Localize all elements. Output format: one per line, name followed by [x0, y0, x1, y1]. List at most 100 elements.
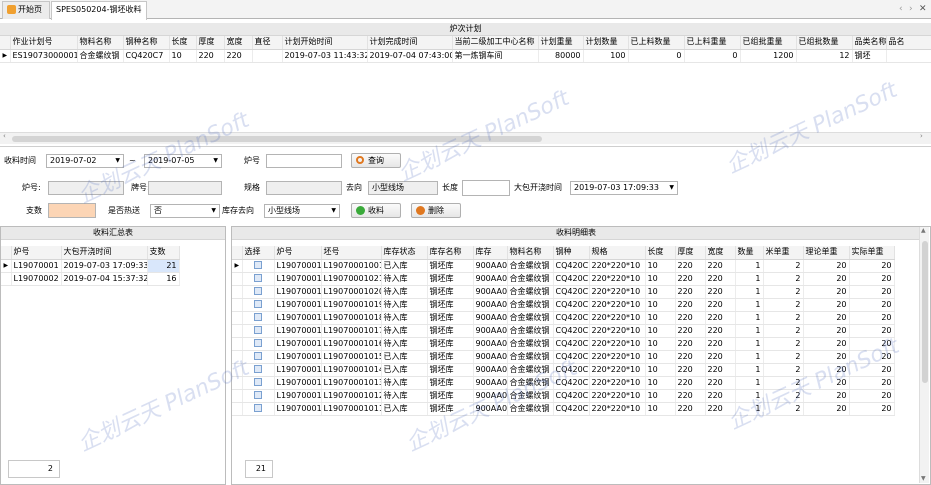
detail-row[interactable]: L19070001 L19070001011 已入库 钢坯库 900AA0 合金螺纹钢 CQ… — [232, 402, 895, 416]
detail-col-header[interactable]: 坯号 — [321, 246, 382, 260]
receive-button[interactable]: 收料 — [351, 203, 401, 218]
detail-cell: 220 — [675, 259, 706, 273]
row-checkbox[interactable] — [254, 326, 262, 334]
scroll-up-icon[interactable]: ▲ — [921, 227, 926, 234]
detail-vscroll-thumb[interactable] — [922, 241, 928, 383]
query-button[interactable]: 查询 — [351, 153, 401, 168]
detail-cell: 合金螺纹钢 — [507, 272, 554, 286]
detail-col-header[interactable]: 库存名称 — [427, 246, 474, 260]
plan-col-header[interactable]: 计划数量 — [583, 36, 629, 50]
detail-col-header[interactable]: 选择 — [242, 246, 275, 260]
plan-col-header[interactable]: 已上料数量 — [628, 36, 685, 50]
plan-col-header[interactable]: 已组批重量 — [740, 36, 797, 50]
tab-home[interactable]: 开始页 — [2, 1, 50, 19]
row-checkbox[interactable] — [254, 391, 262, 399]
detail-col-header[interactable]: 实际单重 — [849, 246, 895, 260]
scroll-down-icon[interactable]: ▼ — [921, 475, 926, 482]
plan-row[interactable]: ▶ ES19073000001 合金螺纹钢 CQ420C7 10 220 220 2019-0… — [0, 49, 931, 63]
plan-col-header[interactable]: 厚度 — [196, 36, 225, 50]
row-checkbox[interactable] — [254, 404, 262, 412]
summary-col-header[interactable]: 支数 — [147, 246, 180, 260]
row-checkbox[interactable] — [254, 313, 262, 321]
detail-col-header[interactable]: 数量 — [735, 246, 764, 260]
plan-col-header[interactable]: 当前二级加工中心名称 — [452, 36, 539, 50]
detail-cell: 220 — [705, 376, 736, 390]
detail-col-header[interactable]: 理论单重 — [803, 246, 850, 260]
heat-input[interactable] — [266, 154, 342, 168]
detail-col-header[interactable]: 长度 — [645, 246, 676, 260]
plan-col-header[interactable]: 钢种名称 — [123, 36, 170, 50]
scroll-right-arrow-icon[interactable]: › — [920, 132, 923, 140]
detail-col-header[interactable]: 规格 — [589, 246, 646, 260]
detail-grid: 选择 炉号 坯号 库存状态 库存名称 库存 物料名称 钢种 规格 长度 厚度 宽度 数量 米单重 理论单重实… — [232, 246, 918, 456]
row-checkbox[interactable] — [254, 352, 262, 360]
delete-button[interactable]: 删除 — [411, 203, 461, 218]
detail-col-header[interactable]: 厚度 — [675, 246, 706, 260]
row-checkbox[interactable] — [254, 274, 262, 282]
close-icon[interactable]: ✕ — [919, 3, 927, 15]
detail-row[interactable]: L19070001 L19070001018 待入库 钢坯库 900AA0 合金螺纹钢 CQ… — [232, 311, 895, 325]
plan-col-header[interactable]: 计划重量 — [538, 36, 584, 50]
row-header — [1, 272, 12, 286]
summary-row[interactable]: ▶ L19070001 2019-07-03 17:09:33 21 — [1, 259, 180, 273]
count-input[interactable] — [48, 203, 96, 218]
detail-row[interactable]: L19070001 L19070001014 已入库 钢坯库 900AA0 合金螺纹钢 CQ… — [232, 363, 895, 377]
detail-row[interactable]: L19070001 L19070001021 待入库 钢坯库 900AA0 合金螺纹钢 CQ… — [232, 272, 895, 286]
detail-row[interactable]: L19070001 L19070001017 待入库 钢坯库 900AA0 合金螺纹钢 CQ… — [232, 324, 895, 338]
detail-col-header[interactable]: 宽度 — [705, 246, 736, 260]
plan-hscroll-thumb[interactable] — [12, 136, 542, 142]
detail-vscroll[interactable]: ▲ ▼ — [919, 227, 929, 483]
summary-col-header[interactable]: 炉号 — [11, 246, 62, 260]
detail-col-header[interactable]: 钢种 — [553, 246, 590, 260]
row-checkbox[interactable] — [254, 261, 262, 269]
plan-col-header[interactable]: 作业计划号 — [10, 36, 78, 50]
detail-col-header[interactable]: 米单重 — [763, 246, 804, 260]
row-checkbox[interactable] — [254, 365, 262, 373]
summary-row[interactable]: L19070002 2019-07-04 15:37:32 16 — [1, 272, 180, 286]
range-tilde: ~ — [129, 156, 136, 165]
tab-steel-billet-receiving[interactable]: SPES050204-钢坯收料 — [51, 1, 147, 20]
detail-cell: CQ420C7 — [553, 376, 590, 390]
plan-col-header[interactable]: 长度 — [169, 36, 197, 50]
detail-row[interactable]: L19070001 L19070001012 待入库 钢坯库 900AA0 合金螺纹钢 CQ… — [232, 389, 895, 403]
detail-cell: 220 — [705, 350, 736, 364]
detail-col-header[interactable]: 库存 — [473, 246, 508, 260]
row-checkbox[interactable] — [254, 300, 262, 308]
plan-col-header[interactable]: 计划完成时间 — [367, 36, 453, 50]
detail-col-header[interactable]: 库存状态 — [381, 246, 428, 260]
row-checkbox[interactable] — [254, 287, 262, 295]
detail-cell: 220 — [675, 350, 706, 364]
detail-cell: 2 — [763, 285, 804, 299]
detail-row[interactable]: L19070001 L19070001015 已入库 钢坯库 900AA0 合金螺纹钢 CQ… — [232, 350, 895, 364]
detail-row[interactable]: L19070001 L19070001016 待入库 钢坯库 900AA0 合金螺纹钢 CQ… — [232, 337, 895, 351]
detail-col-header[interactable]: 炉号 — [274, 246, 322, 260]
date-to-input[interactable]: 2019-07-05 ▼ — [144, 154, 222, 168]
plan-col-header[interactable]: 已上料重量 — [684, 36, 741, 50]
detail-row[interactable]: L19070001 L19070001020 待入库 钢坯库 900AA0 合金螺纹钢 CQ… — [232, 285, 895, 299]
plan-col-header[interactable]: 品名 — [886, 36, 931, 50]
scroll-right-icon[interactable]: › — [909, 3, 913, 15]
plan-hscroll[interactable]: ‹ › — [0, 132, 931, 144]
summary-col-header[interactable]: 大包开浇时间 — [61, 246, 148, 260]
date-from-input[interactable]: 2019-07-02 ▼ — [46, 154, 124, 168]
detail-cell: 900AA0 — [473, 259, 508, 273]
scroll-left-arrow-icon[interactable]: ‹ — [3, 132, 6, 140]
row-checkbox[interactable] — [254, 378, 262, 386]
detail-row[interactable]: L19070001 L19070001013 待入库 钢坯库 900AA0 合金螺纹钢 CQ… — [232, 376, 895, 390]
detail-col-header[interactable]: 物料名称 — [507, 246, 554, 260]
detail-row[interactable]: ▶ L19070001 L19070001001 已入库 钢坯库 900AA0 合金螺纹钢 C… — [232, 259, 895, 273]
length-input[interactable] — [462, 180, 510, 196]
storage-select[interactable]: 小型线场 ▼ — [264, 204, 340, 218]
detail-row[interactable]: L19070001 L19070001019 待入库 钢坯库 900AA0 合金螺纹钢 CQ… — [232, 298, 895, 312]
plan-col-header[interactable]: 直径 — [252, 36, 283, 50]
plan-col-header[interactable]: 物料名称 — [77, 36, 124, 50]
ladle-time-input[interactable]: 2019-07-03 17:09:33 ▼ — [570, 181, 678, 195]
row-checkbox[interactable] — [254, 339, 262, 347]
detail-cell: L19070001018 — [321, 311, 382, 325]
plan-col-header[interactable]: 品类名称 — [852, 36, 887, 50]
scroll-left-icon[interactable]: ‹ — [899, 3, 903, 15]
plan-col-header[interactable]: 计划开始时间 — [282, 36, 368, 50]
plan-col-header[interactable]: 已组批数量 — [796, 36, 853, 50]
plan-col-header[interactable]: 宽度 — [224, 36, 253, 50]
hot-select[interactable]: 否 ▼ — [150, 204, 220, 218]
